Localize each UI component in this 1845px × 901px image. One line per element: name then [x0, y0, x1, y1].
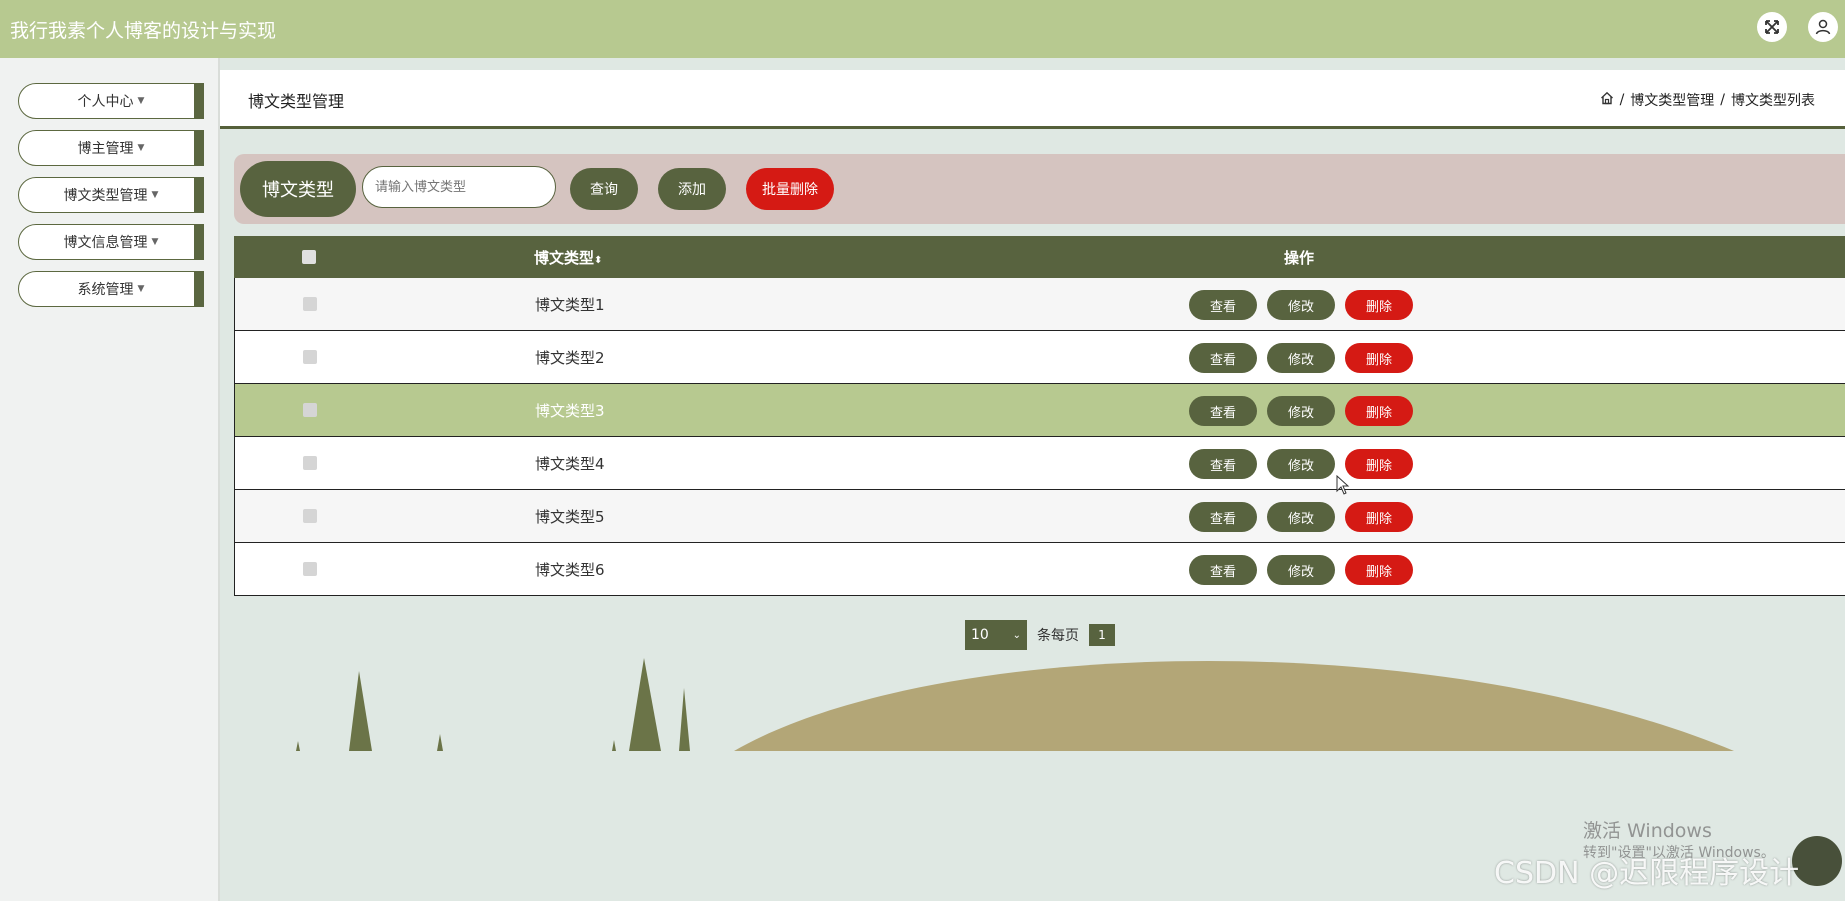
select-all-checkbox[interactable] [302, 250, 316, 264]
edit-button[interactable]: 修改 [1267, 396, 1335, 426]
page-header: 博文类型管理 / 博文类型管理 / 博文类型列表 [220, 70, 1845, 129]
post-type-cell: 博文类型4 [535, 455, 605, 473]
edit-button[interactable]: 修改 [1267, 290, 1335, 320]
add-button[interactable]: 添加 [658, 168, 726, 210]
post-type-cell: 博文类型5 [535, 508, 605, 526]
mouse-cursor-icon [1336, 475, 1350, 495]
post-type-cell: 博文类型2 [535, 349, 605, 367]
top-bar: 我行我素个人博客的设计与实现 [0, 0, 1845, 58]
delete-button[interactable]: 删除 [1345, 449, 1413, 479]
breadcrumb-item-post-type-list: 博文类型列表 [1731, 93, 1815, 109]
sidebar-item-label: 系统管理 [77, 282, 134, 298]
breadcrumb-separator: / [1720, 92, 1725, 108]
sidebar-item-system-management[interactable]: 系统管理 ▼ [18, 271, 204, 307]
post-type-cell: 博文类型3 [535, 402, 605, 420]
delete-button[interactable]: 删除 [1345, 502, 1413, 532]
row-checkbox[interactable] [303, 562, 317, 576]
delete-button[interactable]: 删除 [1345, 555, 1413, 585]
sort-icon[interactable]: ⬍ [594, 255, 602, 266]
per-page-label: 条每页 [1037, 628, 1079, 644]
sidebar-item-label: 博文类型管理 [63, 188, 148, 204]
table-row: 博文类型2 查看 修改 删除 [234, 331, 1845, 384]
view-button[interactable]: 查看 [1189, 555, 1257, 585]
column-header-label: 博文类型 [534, 249, 595, 267]
caret-down-icon: ▼ [151, 237, 159, 247]
breadcrumb: / 博文类型管理 / 博文类型列表 [1600, 90, 1815, 110]
edit-button[interactable]: 修改 [1267, 343, 1335, 373]
sidebar-item-blogger-management[interactable]: 博主管理 ▼ [18, 130, 204, 166]
breadcrumb-separator: / [1619, 92, 1625, 108]
delete-button[interactable]: 删除 [1345, 396, 1413, 426]
row-checkbox[interactable] [303, 403, 317, 417]
sidebar: 个人中心 ▼ 博主管理 ▼ 博文类型管理 ▼ 博文信息管理 ▼ 系统管理 ▼ [0, 58, 220, 901]
search-bar: 博文类型 查询 添加 批量删除 [234, 154, 1845, 224]
caret-down-icon: ▼ [137, 284, 145, 294]
floating-action-button[interactable] [1792, 836, 1842, 886]
delete-button[interactable]: 删除 [1345, 343, 1413, 373]
landscape-decoration [296, 658, 1734, 751]
home-icon[interactable] [1600, 91, 1614, 109]
row-checkbox[interactable] [303, 456, 317, 470]
table-header: 博文类型⬍ 操作 [234, 236, 1845, 278]
view-button[interactable]: 查看 [1189, 449, 1257, 479]
row-checkbox[interactable] [303, 509, 317, 523]
user-icon[interactable] [1808, 12, 1838, 42]
query-button[interactable]: 查询 [570, 168, 638, 210]
windows-activation-watermark: 激活 Windows [1583, 820, 1712, 842]
view-button[interactable]: 查看 [1189, 290, 1257, 320]
caret-down-icon: ▼ [151, 190, 159, 200]
edit-button[interactable]: 修改 [1267, 449, 1335, 479]
view-button[interactable]: 查看 [1189, 343, 1257, 373]
column-header-operations: 操作 [1284, 249, 1315, 267]
caret-down-icon: ▼ [137, 96, 145, 106]
sidebar-item-label: 个人中心 [77, 94, 134, 110]
edit-button[interactable]: 修改 [1267, 555, 1335, 585]
view-button[interactable]: 查看 [1189, 396, 1257, 426]
sidebar-item-post-info-management[interactable]: 博文信息管理 ▼ [18, 224, 204, 260]
sidebar-item-label: 博文信息管理 [63, 235, 148, 251]
post-type-cell: 博文类型1 [535, 296, 605, 314]
table-row: 博文类型6 查看 修改 删除 [234, 543, 1845, 596]
expand-icon[interactable] [1757, 12, 1787, 42]
post-type-table: 博文类型⬍ 操作 博文类型1 查看 修改 删除 博文类型2 查看 修改 删除 博… [234, 236, 1845, 596]
chevron-down-icon: ⌄ [1012, 629, 1021, 641]
sidebar-item-post-type-management[interactable]: 博文类型管理 ▼ [18, 177, 204, 213]
view-button[interactable]: 查看 [1189, 502, 1257, 532]
search-label: 博文类型 [240, 161, 356, 217]
csdn-watermark: CSDN @迟限程序设计 [1494, 856, 1800, 891]
row-checkbox[interactable] [303, 350, 317, 364]
page-number-button[interactable]: 1 [1089, 624, 1115, 646]
column-header-post-type[interactable]: 博文类型⬍ [534, 247, 602, 268]
table-row: 博文类型3 查看 修改 删除 [234, 384, 1845, 437]
search-input[interactable] [362, 166, 556, 208]
pagination: 10 ⌄ 条每页 1 [965, 620, 1115, 650]
app-title: 我行我素个人博客的设计与实现 [10, 20, 277, 42]
table-row: 博文类型1 查看 修改 删除 [234, 278, 1845, 331]
sidebar-item-label: 博主管理 [77, 141, 134, 157]
page-size-value: 10 [971, 627, 989, 643]
delete-button[interactable]: 删除 [1345, 290, 1413, 320]
page-size-select[interactable]: 10 ⌄ [965, 620, 1027, 650]
caret-down-icon: ▼ [137, 143, 145, 153]
sidebar-item-personal-center[interactable]: 个人中心 ▼ [18, 83, 204, 119]
breadcrumb-item-post-type-management[interactable]: 博文类型管理 [1630, 90, 1714, 110]
table-row: 博文类型5 查看 修改 删除 [234, 490, 1845, 543]
batch-delete-button[interactable]: 批量删除 [746, 168, 834, 210]
edit-button[interactable]: 修改 [1267, 502, 1335, 532]
table-row: 博文类型4 查看 修改 删除 [234, 437, 1845, 490]
post-type-cell: 博文类型6 [535, 561, 605, 579]
page-title: 博文类型管理 [248, 92, 345, 111]
row-checkbox[interactable] [303, 297, 317, 311]
main-content: 博文类型管理 / 博文类型管理 / 博文类型列表 博文类型 查询 添加 批量删除… [220, 58, 1845, 901]
